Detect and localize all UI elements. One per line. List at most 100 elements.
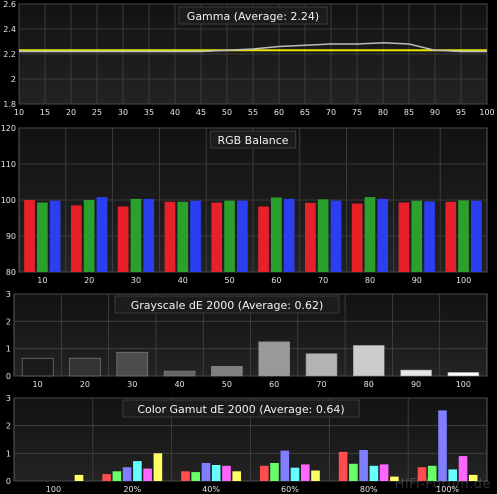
bar-3-20%-s0 [102, 474, 111, 481]
x-tick-label: 10 [33, 380, 43, 389]
x-tick-label: 90 [411, 380, 421, 389]
bar-1-100-s2 [471, 200, 482, 272]
bar-1-40-s0 [164, 201, 176, 272]
bar-1-40-s1 [177, 201, 189, 272]
y-tick-label: 0 [6, 372, 11, 381]
y-tick-label: 80 [6, 268, 16, 277]
y-tick-label: 2.6 [3, 0, 16, 9]
x-tick-label: 70 [316, 380, 326, 389]
bar-2-80 [352, 345, 385, 377]
bar-2-90 [400, 369, 432, 377]
bar-1-60-s1 [271, 197, 282, 272]
bar-1-50-s2 [237, 200, 248, 272]
x-tick-label: 80 [378, 108, 388, 117]
chart-title-1: RGB Balance [217, 134, 288, 147]
y-tick-label: 100 [1, 196, 16, 205]
bar-3-60%-s5 [311, 470, 320, 481]
bar-2-70 [305, 353, 338, 377]
bar-3-60%-s0 [260, 465, 269, 481]
y-tick-label: 2.4 [3, 25, 16, 34]
bar-3-60%-s3 [290, 467, 300, 481]
x-tick-label: 100 [479, 108, 494, 117]
bar-1-20-s0 [71, 205, 82, 272]
x-tick-label: 60 [274, 108, 284, 117]
bar-3-20%-s5 [153, 453, 163, 481]
bar-3-40%-s1 [191, 472, 200, 481]
x-tick-label: 70 [326, 108, 336, 117]
bar-1-50-s1 [224, 200, 235, 272]
bar-3-20%-s1 [112, 471, 122, 481]
x-tick-label: 50 [222, 380, 232, 389]
x-tick-label: 100 [456, 276, 471, 285]
bar-3-100-s5 [74, 474, 84, 481]
y-tick-label: 1 [6, 345, 11, 354]
x-tick-label: 80% [360, 485, 378, 494]
bar-3-80%-s0 [338, 451, 348, 481]
x-tick-label: 60 [271, 276, 281, 285]
x-tick-label: 60 [269, 380, 279, 389]
bar-1-80-s1 [364, 197, 376, 272]
x-tick-label: 95 [456, 108, 466, 117]
y-tick-label: 2 [11, 75, 16, 84]
bar-3-80%-s1 [349, 463, 358, 481]
x-tick-label: 40% [202, 485, 220, 494]
chart-title-2: Grayscale dE 2000 (Average: 0.62) [131, 299, 324, 312]
bar-3-40%-s2 [201, 463, 211, 481]
bar-1-10-s1 [37, 202, 48, 272]
bar-1-50-s0 [211, 202, 223, 272]
bar-1-70-s2 [330, 200, 342, 272]
y-tick-label: 2.2 [3, 50, 16, 59]
x-tick-label: 30 [127, 380, 137, 389]
bar-1-60-s2 [283, 198, 295, 272]
x-tick-label: 20 [66, 108, 76, 117]
chart-title-3: Color Gamut dE 2000 (Average: 0.64) [137, 403, 344, 416]
x-tick-label: 70 [318, 276, 328, 285]
bar-1-100-s1 [458, 200, 469, 272]
calibration-charts: 10 15 20 25 30 35 40 45 50 55 60 65 70 75 80 85 90 95 1001… [1, 0, 495, 494]
y-tick-label: 120 [1, 124, 16, 133]
x-tick-label: 20 [80, 380, 90, 389]
x-tick-label: 65 [300, 108, 310, 117]
bar-1-70-s1 [317, 199, 329, 272]
bar-3-40%-s0 [181, 471, 190, 481]
x-tick-label: 50 [222, 108, 232, 117]
x-tick-label: 20 [84, 276, 94, 285]
y-tick-label: 90 [6, 232, 16, 241]
bar-3-20%-s2 [122, 467, 132, 481]
bar-3-100%-s2 [438, 410, 447, 481]
x-tick-label: 20% [123, 485, 141, 494]
watermark: HiFi-Forum.de [394, 477, 491, 492]
calibration-report: 10 15 20 25 30 35 40 45 50 55 60 65 70 75 80 85 90 95 100 1… [0, 0, 497, 494]
y-tick-label: 1 [6, 449, 11, 458]
x-tick-label: 50 [225, 276, 235, 285]
y-tick-label: 110 [1, 160, 16, 169]
bar-1-30-s2 [143, 198, 155, 272]
bar-2-20 [69, 357, 101, 377]
y-tick-label: 0 [6, 477, 11, 486]
chart-title-0: Gamma (Average: 2.24) [187, 10, 319, 23]
y-tick-label: 1.8 [3, 100, 16, 109]
bar-3-80%-s4 [379, 464, 389, 481]
y-tick-label: 2 [6, 422, 11, 431]
bar-3-60%-s4 [301, 464, 310, 481]
x-tick-label: 90 [412, 276, 422, 285]
x-tick-label: 45 [196, 108, 206, 117]
bar-3-80%-s3 [369, 465, 379, 481]
bar-1-20-s1 [83, 200, 95, 272]
bar-3-20%-s4 [143, 468, 152, 481]
x-tick-label: 35 [144, 108, 154, 117]
bar-1-10-s0 [24, 200, 35, 272]
x-tick-label: 10 [14, 108, 24, 117]
bar-2-50 [211, 366, 243, 377]
x-tick-label: 80 [365, 276, 375, 285]
x-tick-label: 40 [170, 108, 180, 117]
x-tick-label: 40 [174, 380, 184, 389]
bar-2-10 [21, 357, 54, 377]
y-tick-label: 3 [6, 394, 11, 403]
bar-1-90-s1 [411, 200, 423, 272]
bar-3-40%-s3 [211, 465, 221, 481]
x-tick-label: 85 [404, 108, 414, 117]
bar-1-30-s0 [117, 206, 129, 272]
x-tick-label: 100 [456, 380, 471, 389]
bar-3-80%-s2 [359, 450, 368, 481]
